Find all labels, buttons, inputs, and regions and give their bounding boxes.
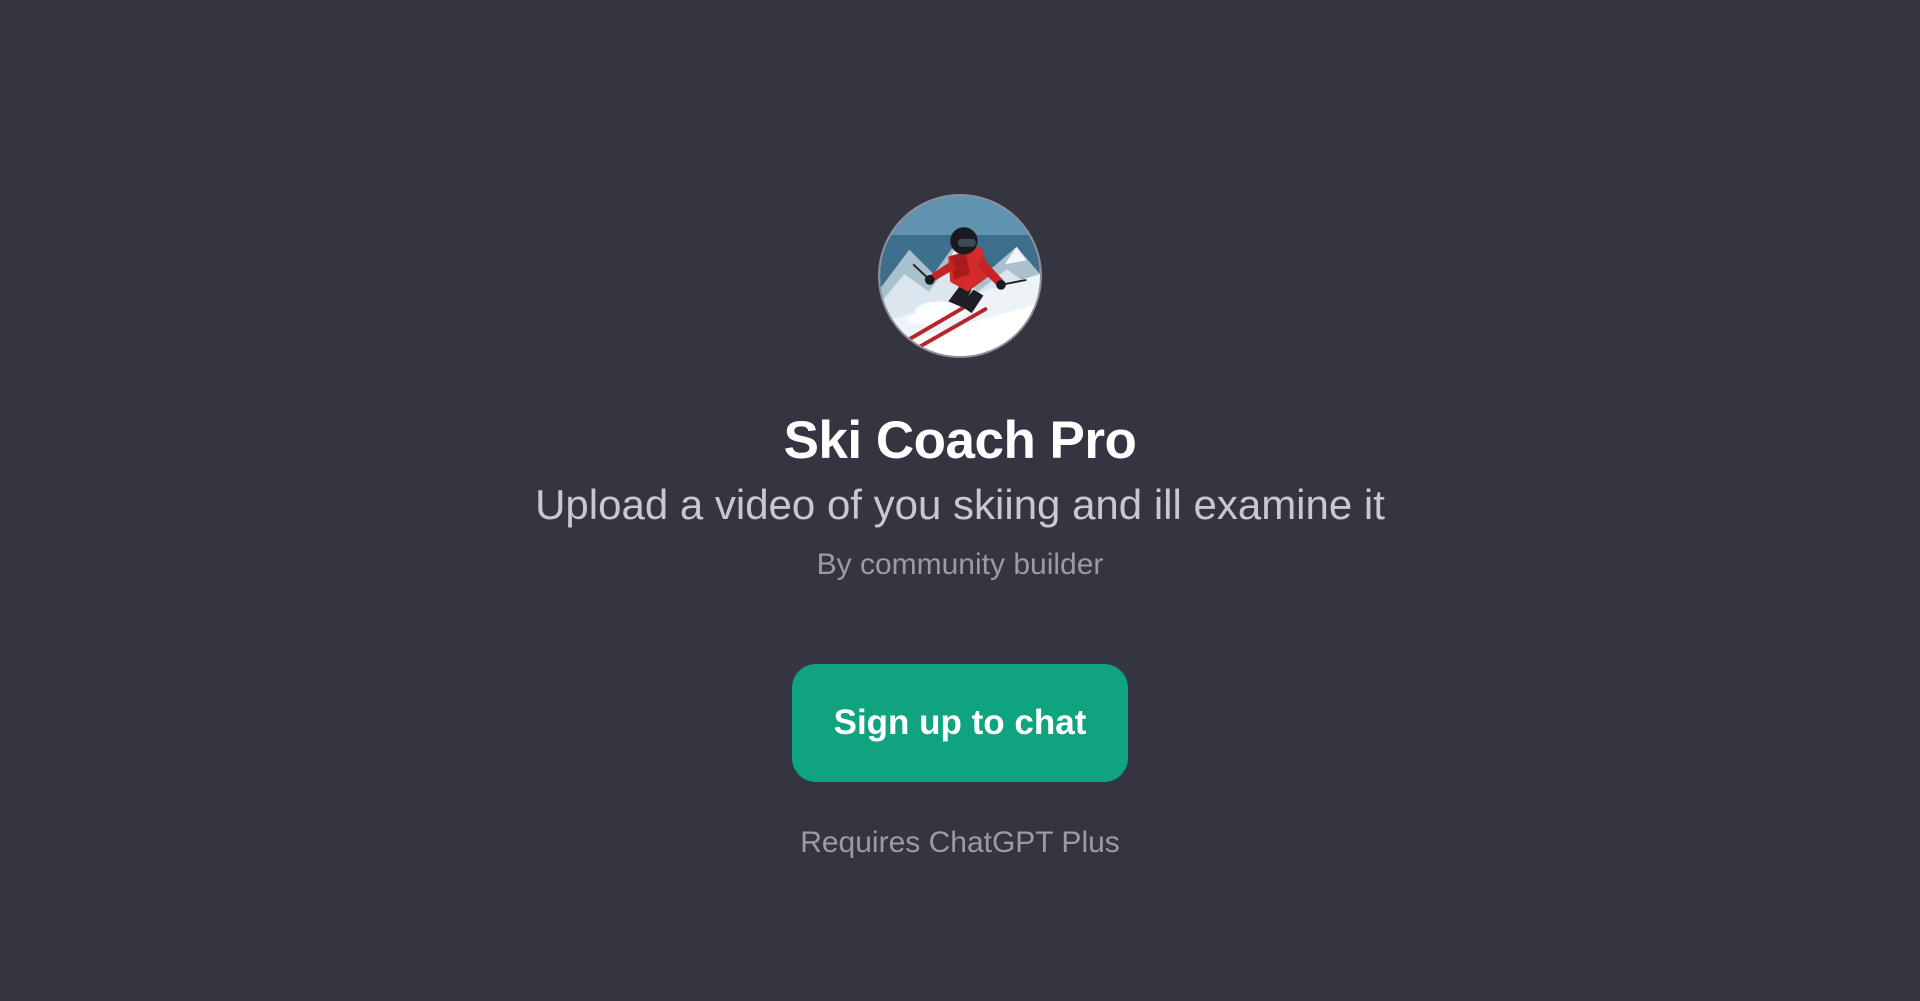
gpt-author: By community builder xyxy=(816,548,1104,581)
gpt-description: Upload a video of you skiing and ill exa… xyxy=(535,481,1385,528)
plan-requirement-note: Requires ChatGPT Plus xyxy=(800,826,1120,859)
skier-avatar-image xyxy=(880,196,1040,356)
gpt-landing-page: Ski Coach Pro Upload a video of you skii… xyxy=(0,0,1920,1001)
gpt-title: Ski Coach Pro xyxy=(783,411,1137,470)
gpt-avatar xyxy=(878,194,1042,358)
sign-up-to-chat-button[interactable]: Sign up to chat xyxy=(792,664,1128,782)
